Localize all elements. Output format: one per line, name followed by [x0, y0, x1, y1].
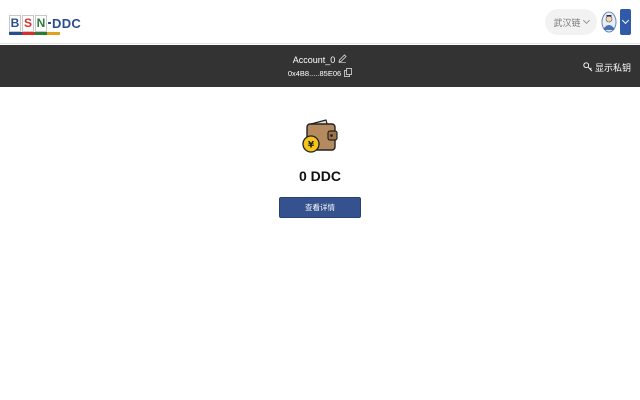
balance-amount: 0 DDC [298, 168, 341, 184]
edit-icon[interactable] [338, 54, 347, 65]
account-address-row: 0x4B8.....85E06 [0, 68, 640, 79]
logo-underline-yellow [47, 32, 60, 35]
logo-ddc-text: DDC [52, 16, 82, 31]
logo-letter-n: N [35, 15, 47, 32]
chevron-down-icon [582, 16, 590, 25]
svg-text:¥: ¥ [308, 141, 315, 151]
logo-underline-blue [9, 32, 22, 35]
account-bar: Account_0 0x4B8.....85E06 显示私钥 [0, 45, 640, 87]
copy-icon[interactable] [344, 68, 353, 79]
logo-underline-green [34, 32, 48, 35]
account-name-row: Account_0 [0, 54, 640, 65]
chain-select[interactable]: 武汉链 [545, 9, 597, 35]
wallet-icon: ¥ [302, 118, 338, 154]
account-name: Account_0 [292, 54, 336, 65]
top-header: B S N DDC 武汉链 [0, 0, 640, 44]
logo-underline-red [21, 32, 35, 35]
avatar-icon[interactable] [601, 10, 617, 34]
logo-letter-b: B [9, 15, 21, 32]
show-private-key-button[interactable]: 显示私钥 [583, 61, 631, 74]
show-private-key-label: 显示私钥 [594, 63, 631, 73]
logo-underline [9, 32, 60, 35]
chain-select-label: 武汉链 [553, 17, 581, 28]
view-details-button[interactable]: 查看详情 [279, 197, 361, 218]
logo-tiles: B S N [9, 15, 47, 32]
bsn-ddc-logo: B S N DDC [9, 10, 82, 35]
chevron-down-icon [621, 16, 630, 25]
account-menu-toggle[interactable] [620, 9, 631, 35]
logo-letter-s: S [22, 15, 34, 32]
key-icon [583, 61, 593, 74]
logo-dash [48, 22, 51, 24]
account-address: 0x4B8.....85E06 [287, 69, 342, 78]
